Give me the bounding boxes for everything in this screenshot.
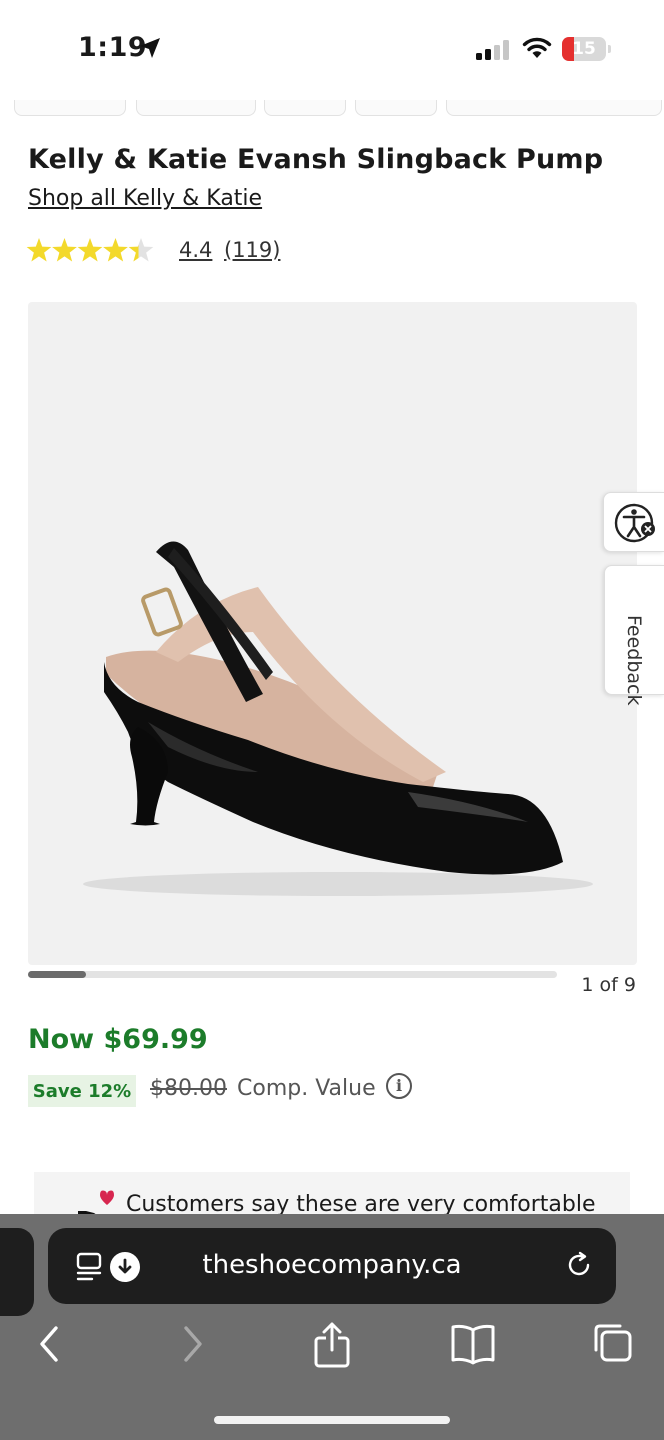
reload-icon[interactable]: [564, 1250, 594, 1280]
location-arrow-icon: [140, 38, 160, 58]
shop-all-brand-link[interactable]: Shop all Kelly & Katie: [28, 186, 262, 211]
battery-icon: 15: [562, 37, 611, 61]
back-icon[interactable]: [36, 1322, 62, 1366]
battery-level: 15: [572, 39, 596, 59]
star-icon: [52, 238, 77, 262]
now-price: Now $69.99: [28, 1024, 208, 1055]
wifi-icon: [522, 37, 552, 58]
share-icon[interactable]: [312, 1322, 352, 1368]
product-title: Kelly & Katie Evansh Slingback Pump: [28, 144, 604, 175]
nav-chip[interactable]: [355, 100, 437, 116]
star-icon: [128, 238, 154, 262]
star-icon: [77, 238, 103, 262]
accessibility-icon: [614, 503, 655, 543]
browser-toolbar: theshoecompany.ca: [0, 1214, 664, 1440]
accessibility-button[interactable]: [603, 492, 664, 552]
url-text[interactable]: theshoecompany.ca: [48, 1250, 616, 1280]
nav-chip[interactable]: [136, 100, 256, 116]
save-badge: Save 12%: [28, 1075, 136, 1107]
product-image[interactable]: [28, 302, 637, 965]
nav-chip[interactable]: [264, 100, 346, 116]
info-icon[interactable]: i: [386, 1073, 412, 1099]
nav-chip[interactable]: [14, 100, 126, 116]
original-price: $80.00: [150, 1076, 227, 1101]
home-indicator: [214, 1416, 450, 1424]
star-icon: [103, 238, 128, 262]
address-bar[interactable]: theshoecompany.ca: [48, 1228, 616, 1304]
status-time: 1:19: [78, 32, 148, 63]
star-icon: [26, 238, 52, 262]
comp-value-label: Comp. Value: [237, 1076, 376, 1101]
feedback-label: Feedback: [623, 615, 645, 706]
image-progress-track[interactable]: [28, 971, 557, 978]
feedback-tab[interactable]: Feedback: [604, 565, 664, 706]
bookmarks-icon[interactable]: [450, 1322, 496, 1366]
page: 1:19 15 Kelly & Katie Evansh Slingback P…: [0, 0, 664, 1440]
rating-value[interactable]: 4.4: [179, 238, 212, 262]
review-count-link[interactable]: (119): [224, 238, 280, 262]
previous-tab-preview[interactable]: [0, 1228, 34, 1316]
nav-chip[interactable]: [446, 100, 662, 116]
image-progress-fill: [28, 971, 86, 978]
tabs-icon[interactable]: [592, 1322, 634, 1364]
image-counter: 1 of 9: [581, 974, 636, 996]
shoe-image: [83, 541, 593, 896]
star-rating[interactable]: [26, 236, 154, 266]
status-bar: 1:19 15: [0, 0, 664, 100]
signal-icon: [476, 40, 509, 60]
forward-icon[interactable]: [180, 1322, 206, 1366]
